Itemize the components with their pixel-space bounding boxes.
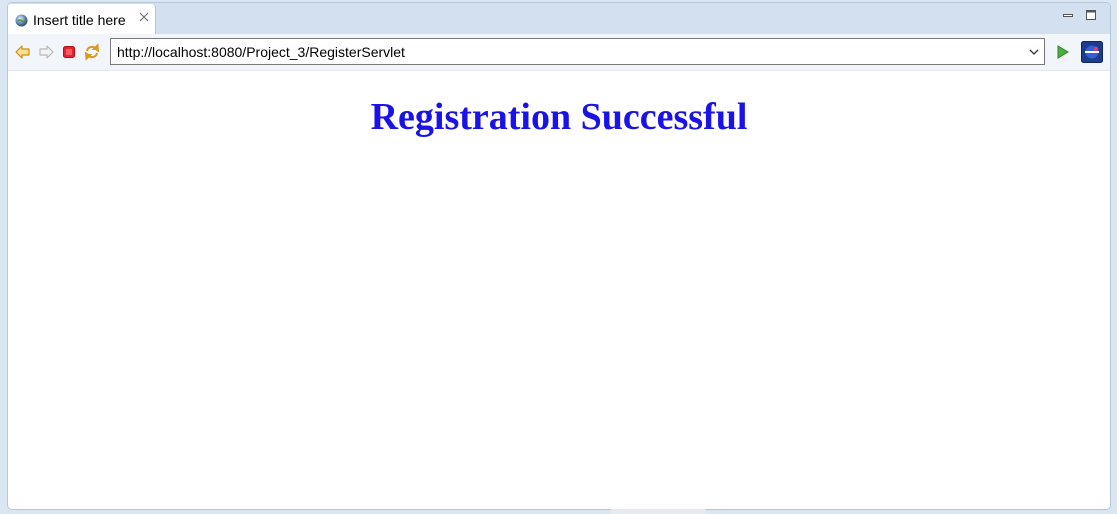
browser-window-frame: Insert title here http://localhost:8080/…: [0, 0, 1117, 514]
page-title: Registration Successful: [370, 96, 748, 138]
url-input[interactable]: [117, 44, 1007, 60]
page-content: Registration Successful: [8, 71, 1110, 509]
go-play-icon[interactable]: [1053, 43, 1071, 61]
refresh-icon[interactable]: [83, 43, 101, 61]
browser-view: Insert title here http://localhost:8080/…: [7, 2, 1111, 510]
stop-icon[interactable]: [60, 43, 78, 61]
chevron-down-icon[interactable]: [1028, 46, 1040, 58]
maximize-icon[interactable]: [1085, 9, 1097, 21]
forward-arrow-icon[interactable]: [37, 43, 55, 61]
url-bar[interactable]: [110, 38, 1045, 65]
tab-strip: Insert title here: [8, 3, 1110, 34]
browser-toolbar: [8, 34, 1110, 71]
back-arrow-icon[interactable]: [14, 43, 32, 61]
close-icon[interactable]: [138, 12, 150, 24]
tab-title: Insert title here: [33, 12, 126, 28]
globe-icon: [15, 14, 28, 27]
tab-insert-title-here[interactable]: Insert title here: [8, 4, 156, 34]
minimize-icon[interactable]: [1062, 9, 1074, 21]
horizontal-scrollbar[interactable]: [610, 509, 706, 514]
eclipse-browser-icon[interactable]: [1081, 41, 1103, 63]
